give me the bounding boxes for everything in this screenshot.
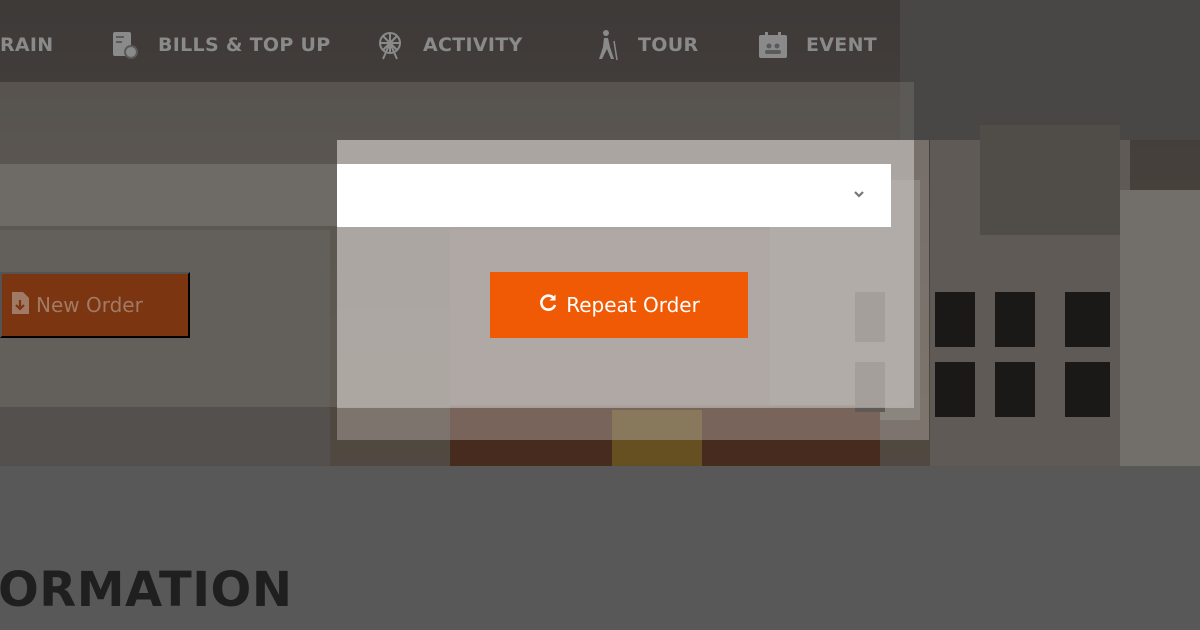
nav-item-event[interactable]: EVENT	[758, 26, 877, 64]
refresh-icon	[538, 293, 558, 318]
nav-item-label: EVENT	[806, 34, 878, 56]
new-order-label: New Order	[36, 293, 143, 317]
nav-item-activity[interactable]: ACTIVITY	[375, 26, 523, 64]
nav-item-label: RAIN	[0, 34, 54, 56]
nav-item-label: TOUR	[638, 34, 699, 56]
chevron-down-icon	[849, 184, 869, 204]
nav-item-train[interactable]: RAIN	[0, 26, 54, 64]
nav-item-tour[interactable]: TOUR	[590, 26, 698, 64]
ferris-wheel-icon	[375, 30, 405, 60]
calendar-icon	[758, 30, 788, 60]
repeat-order-label: Repeat Order	[566, 293, 700, 317]
top-nav: RAIN BILLS & TOP UP ACTIVITY TOUR EVENT	[0, 0, 1200, 90]
order-select[interactable]	[337, 164, 891, 227]
section-title: ORMATION	[0, 562, 293, 618]
repeat-order-button[interactable]: Repeat Order	[490, 272, 748, 338]
departure-select[interactable]	[0, 164, 340, 226]
hiker-icon	[590, 30, 620, 61]
new-order-button[interactable]: New Order	[0, 272, 190, 338]
bill-icon	[110, 30, 140, 60]
nav-item-label: BILLS & TOP UP	[158, 34, 331, 56]
nav-item-label: ACTIVITY	[423, 34, 523, 56]
new-order-icon	[10, 291, 30, 320]
nav-item-bills[interactable]: BILLS & TOP UP	[110, 26, 330, 64]
